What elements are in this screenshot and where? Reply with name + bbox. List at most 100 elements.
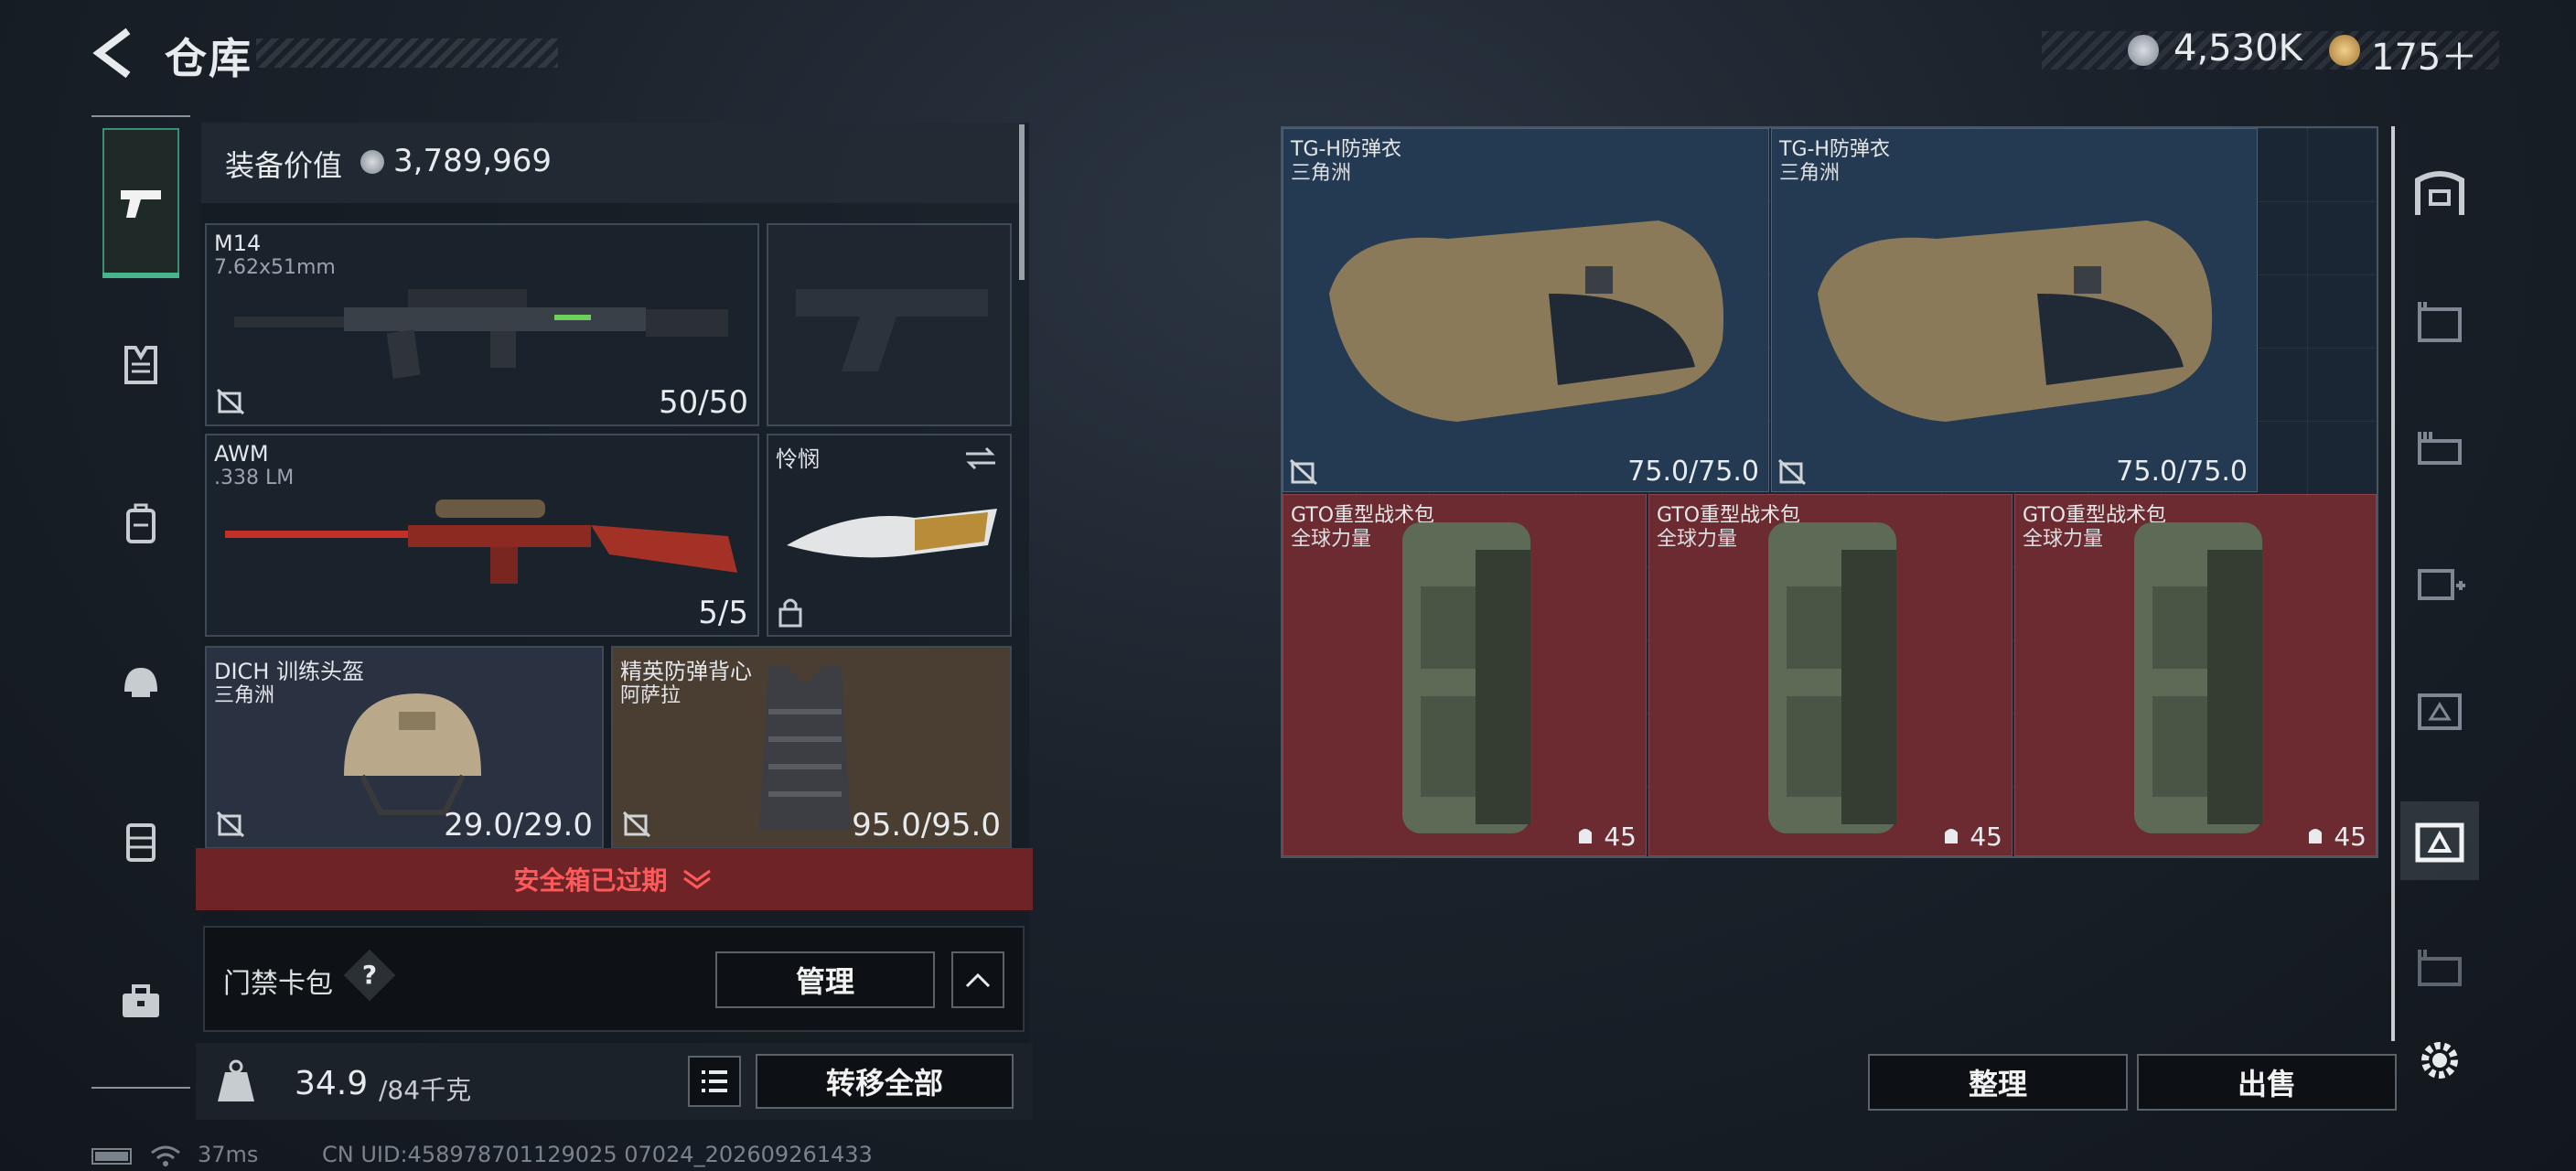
storage-item-backpack[interactable]: GTO重型战术包 全球力量 45 — [1283, 494, 1647, 856]
body-armor-image — [1818, 220, 2213, 422]
case-icon-5 — [2415, 822, 2464, 863]
item-capacity: 45 — [2305, 822, 2367, 852]
page-title: 仓库 — [165, 34, 252, 83]
side-nav-helmet[interactable] — [102, 644, 179, 721]
tactical-backpack-image — [1402, 522, 1530, 833]
side-nav-weapons[interactable] — [102, 165, 179, 242]
gear-icon — [2421, 1042, 2458, 1079]
sell-button[interactable]: 出售 — [2137, 1054, 2397, 1111]
right-nav-shelf[interactable] — [2408, 161, 2472, 225]
swap-icon[interactable] — [962, 445, 999, 472]
equipment-value: 3,789,969 — [393, 143, 553, 179]
keycard-label: 门禁卡包 — [223, 968, 333, 1000]
manage-button[interactable]: 管理 — [715, 951, 935, 1008]
case-icon-2 — [2418, 432, 2462, 465]
loadout-scrollbar[interactable] — [1019, 124, 1025, 280]
list-icon — [702, 1070, 727, 1092]
safe-box-expired-banner[interactable]: 安全箱已过期 — [196, 848, 1033, 910]
side-nav-active-indicator — [102, 273, 179, 278]
item-origin: 三角洲 — [1291, 162, 1352, 185]
right-nav-case-3[interactable] — [2408, 549, 2472, 613]
uninsured-icon — [216, 811, 245, 838]
helmet-durability: 29.0/29.0 — [444, 807, 593, 843]
uninsured-icon — [1289, 458, 1318, 486]
primary-weapon-durability: 50/50 — [659, 384, 748, 421]
tactical-backpack-image — [2134, 522, 2262, 833]
right-nav-case-5[interactable] — [2408, 809, 2472, 873]
wifi-icon — [151, 1145, 180, 1166]
storage-item-backpack[interactable]: GTO重型战术包 全球力量 45 — [1648, 494, 2012, 856]
helmet-icon — [124, 668, 157, 697]
item-origin: 全球力量 — [1291, 528, 1372, 551]
item-origin: 三角洲 — [1779, 162, 1841, 185]
storage-item-vest[interactable]: TG-H防弹衣 三角洲 75.0/75.0 — [1771, 128, 2258, 492]
capacity-icon — [1579, 829, 1593, 843]
back-arrow-icon[interactable] — [91, 26, 135, 81]
uninsured-icon — [622, 811, 651, 838]
title-decoration — [256, 38, 558, 68]
coin-icon — [360, 150, 384, 174]
primary-weapon-slot[interactable]: M14 7.62x51mm 50/50 — [205, 223, 759, 426]
pistol-slot-empty[interactable] — [767, 223, 1012, 426]
item-origin: 全球力量 — [1657, 528, 1738, 551]
weight-icon — [218, 1059, 254, 1101]
right-nav-divider — [2391, 126, 2395, 1041]
uid-text: CN UID:458978701129025 07024_20260926143… — [322, 1142, 873, 1167]
case-icon-4 — [2418, 693, 2462, 730]
armor-slot[interactable]: 精英防弹背心 阿萨拉 95.0/95.0 — [611, 646, 1012, 849]
shelf-icon — [2415, 171, 2464, 215]
tekniq-coin-icon — [2128, 35, 2159, 66]
item-durability: 75.0/75.0 — [1627, 456, 1759, 488]
item-capacity: 45 — [1575, 822, 1637, 852]
item-durability: 75.0/75.0 — [2116, 456, 2248, 488]
transfer-all-button[interactable]: 转移全部 — [756, 1054, 1014, 1109]
storage-item-vest[interactable]: TG-H防弹衣 三角洲 75.0/75.0 — [1283, 128, 1769, 492]
equipment-value-label: 装备价值 — [225, 148, 343, 183]
vest-icon — [124, 346, 157, 384]
tactical-backpack-image — [1768, 522, 1896, 833]
primary-weapon-name: M14 — [214, 231, 262, 256]
toolbox-icon — [123, 984, 159, 1017]
battery-icon — [91, 1148, 132, 1165]
settings-button[interactable] — [2408, 1028, 2472, 1092]
melee-name: 怜悯 — [776, 446, 820, 472]
weight-max: /84千克 — [379, 1075, 472, 1105]
awm-rifle-image — [225, 500, 737, 584]
backpack-icon — [126, 503, 156, 543]
helmet-slot[interactable]: DICH 训练头盔 三角洲 29.0/29.0 — [205, 646, 604, 849]
secondary-weapon-slot[interactable]: AWM .338 LM 5/5 — [205, 434, 759, 637]
premium-coin-icon — [2329, 35, 2360, 66]
help-icon[interactable]: ? — [355, 957, 384, 994]
side-nav-backpack[interactable] — [102, 485, 179, 562]
double-chevron-down-icon — [682, 869, 711, 889]
side-nav-chest-rig[interactable] — [102, 803, 179, 880]
chest-rig-icon — [126, 823, 156, 862]
melee-slot[interactable]: 怜悯 — [767, 434, 1012, 637]
currency-amount-1: 4,530K — [2174, 27, 2302, 70]
right-nav-case-2[interactable] — [2408, 419, 2472, 483]
storage-item-backpack[interactable]: GTO重型战术包 全球力量 45 — [2014, 494, 2377, 856]
side-nav-toolbox[interactable] — [102, 962, 179, 1039]
side-nav-armor[interactable] — [102, 326, 179, 403]
side-nav-divider-bottom — [91, 1087, 190, 1089]
armor-vest-image — [759, 666, 851, 831]
collapse-button[interactable] — [951, 951, 1004, 1008]
right-nav-case-4[interactable] — [2408, 677, 2472, 741]
body-armor-image — [1329, 220, 1724, 422]
list-view-button[interactable] — [688, 1056, 741, 1107]
side-nav-divider-top — [91, 115, 190, 117]
currency-amount-2[interactable]: 175＋ — [2371, 27, 2477, 81]
pistol-placeholder-icon — [796, 289, 988, 371]
chevron-up-icon — [965, 972, 991, 988]
case-icon-3 — [2418, 569, 2465, 600]
armor-durability: 95.0/95.0 — [852, 807, 1001, 843]
lock-icon — [778, 598, 802, 628]
knife-image — [787, 509, 997, 558]
secondary-weapon-durability: 5/5 — [698, 595, 748, 631]
sort-button[interactable]: 整理 — [1868, 1054, 2128, 1111]
secondary-weapon-name: AWM — [214, 441, 269, 467]
item-origin: 全球力量 — [2023, 528, 2104, 551]
right-nav-case-1[interactable] — [2408, 289, 2472, 353]
right-nav-case-6[interactable] — [2408, 937, 2472, 1001]
uninsured-icon — [216, 388, 245, 415]
